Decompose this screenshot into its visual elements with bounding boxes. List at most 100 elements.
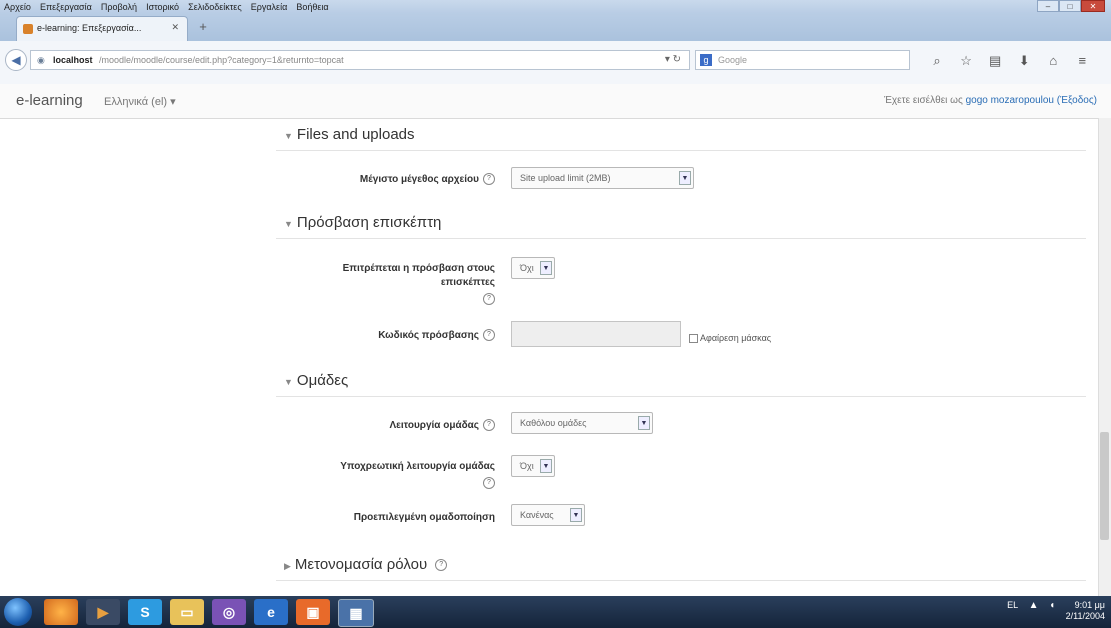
- default-grouping-select[interactable]: Κανένας ▼: [511, 504, 585, 526]
- section-groups[interactable]: ▼ Ομάδες: [284, 372, 348, 389]
- section-title: Files and uploads: [296, 126, 415, 143]
- max-size-value: Site upload limit (2MB): [520, 173, 611, 183]
- tab-title: e-learning: Επεξεργασία...: [37, 23, 142, 33]
- field-label: Μέγιστο μέγεθος αρχείου?: [295, 173, 495, 187]
- login-info: Έχετε εισέλθει ως gogo mozaropoulou (Έξο…: [884, 95, 1097, 106]
- field-label: Προεπιλεγμένη ομαδοποίηση: [295, 511, 495, 525]
- chevron-down-icon: ▼: [540, 261, 552, 275]
- viber-icon[interactable]: ◎: [212, 599, 246, 625]
- network-icon[interactable]: ▲: [1029, 600, 1039, 611]
- logout-link[interactable]: (Έξοδος): [1057, 95, 1097, 106]
- skype-icon[interactable]: S: [128, 599, 162, 625]
- maximize-button[interactable]: □: [1059, 0, 1081, 12]
- favicon-icon: [23, 24, 33, 34]
- windows-taskbar: ▶ S ▭ ◎ e ▣ ▦ EL ▲ ◖ 9:01 μμ 2/11/2004: [0, 596, 1111, 628]
- user-profile-link[interactable]: gogo mozaropoulou: [966, 95, 1054, 106]
- clock-date: 2/11/2004: [1065, 611, 1105, 621]
- window-preview-icon[interactable]: ▦: [338, 599, 374, 627]
- url-bar[interactable]: ◉ localhost /moodle/moodle/course/edit.p…: [30, 50, 690, 70]
- field-label: Κωδικός πρόσβασης?: [295, 329, 495, 343]
- search-engine-icon[interactable]: g: [700, 54, 712, 66]
- search-engine-label: Google: [718, 55, 748, 65]
- media-player-icon[interactable]: ▶: [86, 599, 120, 625]
- section-title: Πρόσβαση επισκέπτη: [296, 214, 442, 231]
- clock-time: 9:01 μμ: [1074, 600, 1105, 610]
- menu-bar: Αρχείο Επεξεργασία Προβολή Ιστορικό Σελι…: [4, 1, 335, 13]
- group-force-label: Υποχρεωτική λειτουργία ομάδας: [340, 461, 495, 472]
- field-label: Υποχρεωτική λειτουργία ομάδας?: [295, 460, 495, 489]
- help-icon[interactable]: ?: [483, 173, 495, 186]
- menu-help[interactable]: Βοήθεια: [296, 2, 328, 12]
- collapse-arrow-icon: ▼: [284, 219, 293, 229]
- menu-view[interactable]: Προβολή: [101, 2, 137, 12]
- section-guest-access[interactable]: ▼ Πρόσβαση επισκέπτη: [284, 214, 441, 231]
- max-size-select[interactable]: Site upload limit (2MB) ▼: [511, 167, 694, 189]
- section-role-renaming[interactable]: ▶ Μετονομασία ρόλου?: [284, 556, 448, 573]
- help-icon[interactable]: ?: [483, 419, 495, 432]
- divider: [276, 396, 1086, 397]
- back-button[interactable]: ◀: [5, 49, 27, 71]
- menu-history[interactable]: Ιστορικό: [146, 2, 179, 12]
- unmask-label: Αφαίρεση μάσκας: [700, 333, 772, 343]
- scrollbar-thumb[interactable]: [1100, 432, 1109, 540]
- help-icon[interactable]: ?: [483, 293, 495, 305]
- language-indicator[interactable]: EL: [1007, 600, 1018, 610]
- help-icon[interactable]: ?: [435, 559, 448, 572]
- folder-icon[interactable]: ▭: [170, 599, 204, 625]
- site-brand[interactable]: e-learning: [16, 92, 83, 109]
- download-icon[interactable]: ⬇: [1011, 53, 1037, 69]
- group-force-select[interactable]: Όχι ▼: [511, 455, 555, 477]
- group-mode-label: Λειτουργία ομάδας: [389, 420, 479, 431]
- hamburger-menu-icon[interactable]: ≡: [1069, 53, 1095, 68]
- chevron-down-icon: ▼: [570, 508, 582, 522]
- field-label: Επιτρέπεται η πρόσβαση στους επισκέπτες?: [295, 262, 495, 305]
- menu-bookmarks[interactable]: Σελιδοδείκτες: [188, 2, 242, 12]
- section-title: Ομάδες: [296, 372, 349, 389]
- chevron-down-icon: ▼: [679, 171, 691, 185]
- menu-tools[interactable]: Εργαλεία: [251, 2, 288, 12]
- home-icon[interactable]: ⌂: [1040, 53, 1066, 68]
- guest-password-input[interactable]: [511, 321, 681, 347]
- reload-icon[interactable]: ▾ ↻: [665, 54, 681, 65]
- navigation-bar: ◀ ◉ localhost /moodle/moodle/course/edit…: [0, 41, 1111, 85]
- help-icon[interactable]: ?: [483, 329, 495, 342]
- system-tray: EL ▲ ◖ 9:01 μμ 2/11/2004: [1007, 600, 1105, 622]
- browser-tab[interactable]: e-learning: Επεξεργασία... ✕: [16, 16, 188, 41]
- language-menu[interactable]: Ελληνικά (el) ▾: [104, 95, 176, 108]
- url-host: localhost: [53, 55, 93, 65]
- search-icon[interactable]: ⌕: [924, 53, 950, 69]
- minimize-button[interactable]: –: [1037, 0, 1059, 12]
- close-window-button[interactable]: ✕: [1081, 0, 1105, 12]
- window-title-bar: Αρχείο Επεξεργασία Προβολή Ιστορικό Σελι…: [0, 0, 1111, 13]
- search-bar[interactable]: g Google: [695, 50, 910, 70]
- unmask-toggle[interactable]: Αφαίρεση μάσκας: [689, 333, 772, 344]
- guest-allow-value: Όχι: [520, 263, 534, 273]
- clock[interactable]: 9:01 μμ 2/11/2004: [1066, 600, 1105, 622]
- new-tab-button[interactable]: +: [194, 19, 212, 35]
- start-button[interactable]: [4, 598, 32, 626]
- close-tab-icon[interactable]: ✕: [171, 22, 179, 33]
- menu-file[interactable]: Αρχείο: [4, 2, 31, 12]
- guest-allow-select[interactable]: Όχι ▼: [511, 257, 555, 279]
- divider: [276, 580, 1086, 581]
- chevron-down-icon: ▼: [540, 459, 552, 473]
- help-icon[interactable]: ?: [483, 477, 495, 489]
- volume-icon[interactable]: ◖: [1049, 600, 1055, 611]
- group-mode-select[interactable]: Καθόλου ομάδες ▼: [511, 412, 653, 434]
- url-path: /moodle/moodle/course/edit.php?category=…: [99, 55, 344, 65]
- firefox-icon[interactable]: [44, 599, 78, 625]
- bookmark-star-icon[interactable]: ☆: [953, 53, 979, 69]
- guest-allow-label: Επιτρέπεται η πρόσβαση στους επισκέπτες: [342, 263, 495, 288]
- unmask-checkbox[interactable]: [689, 334, 698, 344]
- internet-explorer-icon[interactable]: e: [254, 599, 288, 625]
- collapse-arrow-icon: ▼: [284, 131, 293, 141]
- default-grouping-value: Κανένας: [520, 510, 554, 520]
- site-info-icon[interactable]: ◉: [37, 55, 45, 66]
- group-force-value: Όχι: [520, 461, 534, 471]
- divider: [276, 150, 1086, 151]
- default-grouping-label: Προεπιλεγμένη ομαδοποίηση: [353, 512, 495, 523]
- office-app-icon[interactable]: ▣: [296, 599, 330, 625]
- section-files-uploads[interactable]: ▼ Files and uploads: [284, 126, 415, 143]
- clipboard-icon[interactable]: ▤: [982, 53, 1008, 69]
- menu-edit[interactable]: Επεξεργασία: [40, 2, 92, 12]
